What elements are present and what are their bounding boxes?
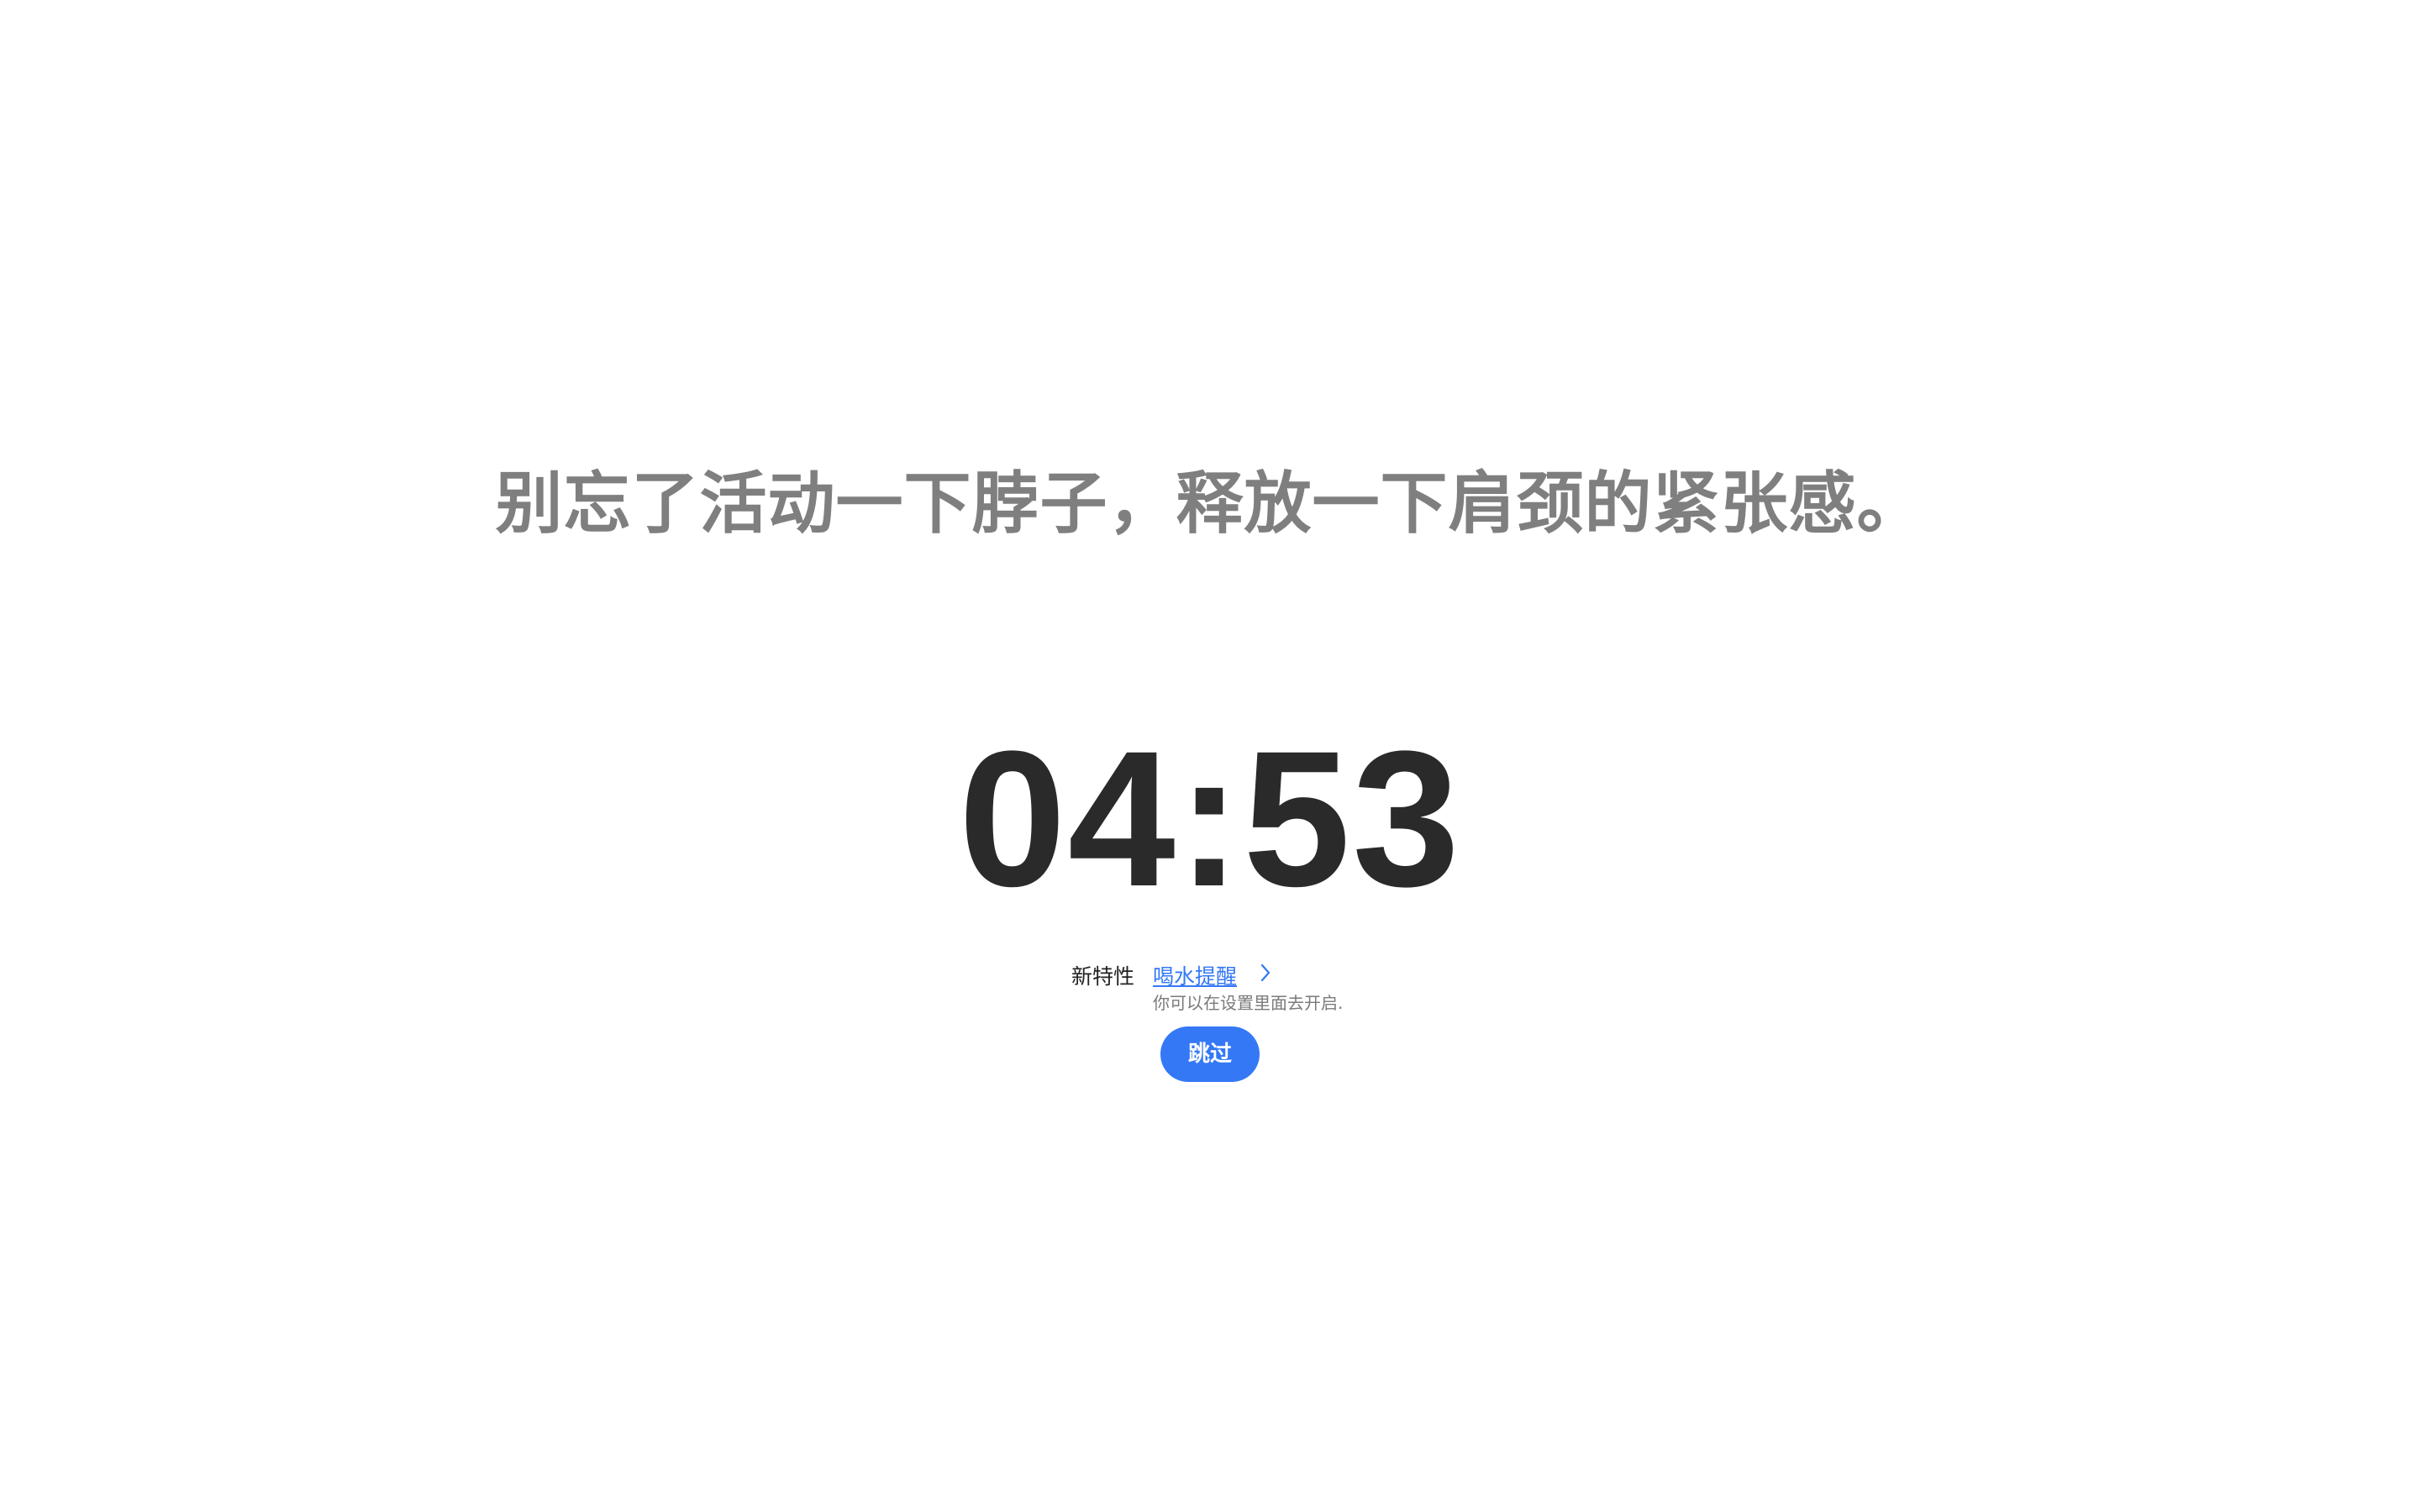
chevron-right-icon[interactable]: [1255, 963, 1276, 983]
new-feature-tag: 新特性: [1071, 964, 1135, 989]
countdown-timer: 04:53: [958, 711, 1462, 927]
break-reminder-screen: 别忘了活动一下脖子，释放一下肩颈的紧张感。 04:53 新特性 喝水提醒 你可以…: [0, 0, 2420, 1512]
feature-hint-text: 你可以在设置里面去开启.: [1153, 993, 1344, 1013]
reminder-message: 别忘了活动一下脖子，释放一下肩颈的紧张感。: [495, 465, 1925, 543]
water-reminder-link[interactable]: 喝水提醒: [1153, 960, 1237, 990]
skip-button[interactable]: 跳过: [1160, 1026, 1260, 1082]
